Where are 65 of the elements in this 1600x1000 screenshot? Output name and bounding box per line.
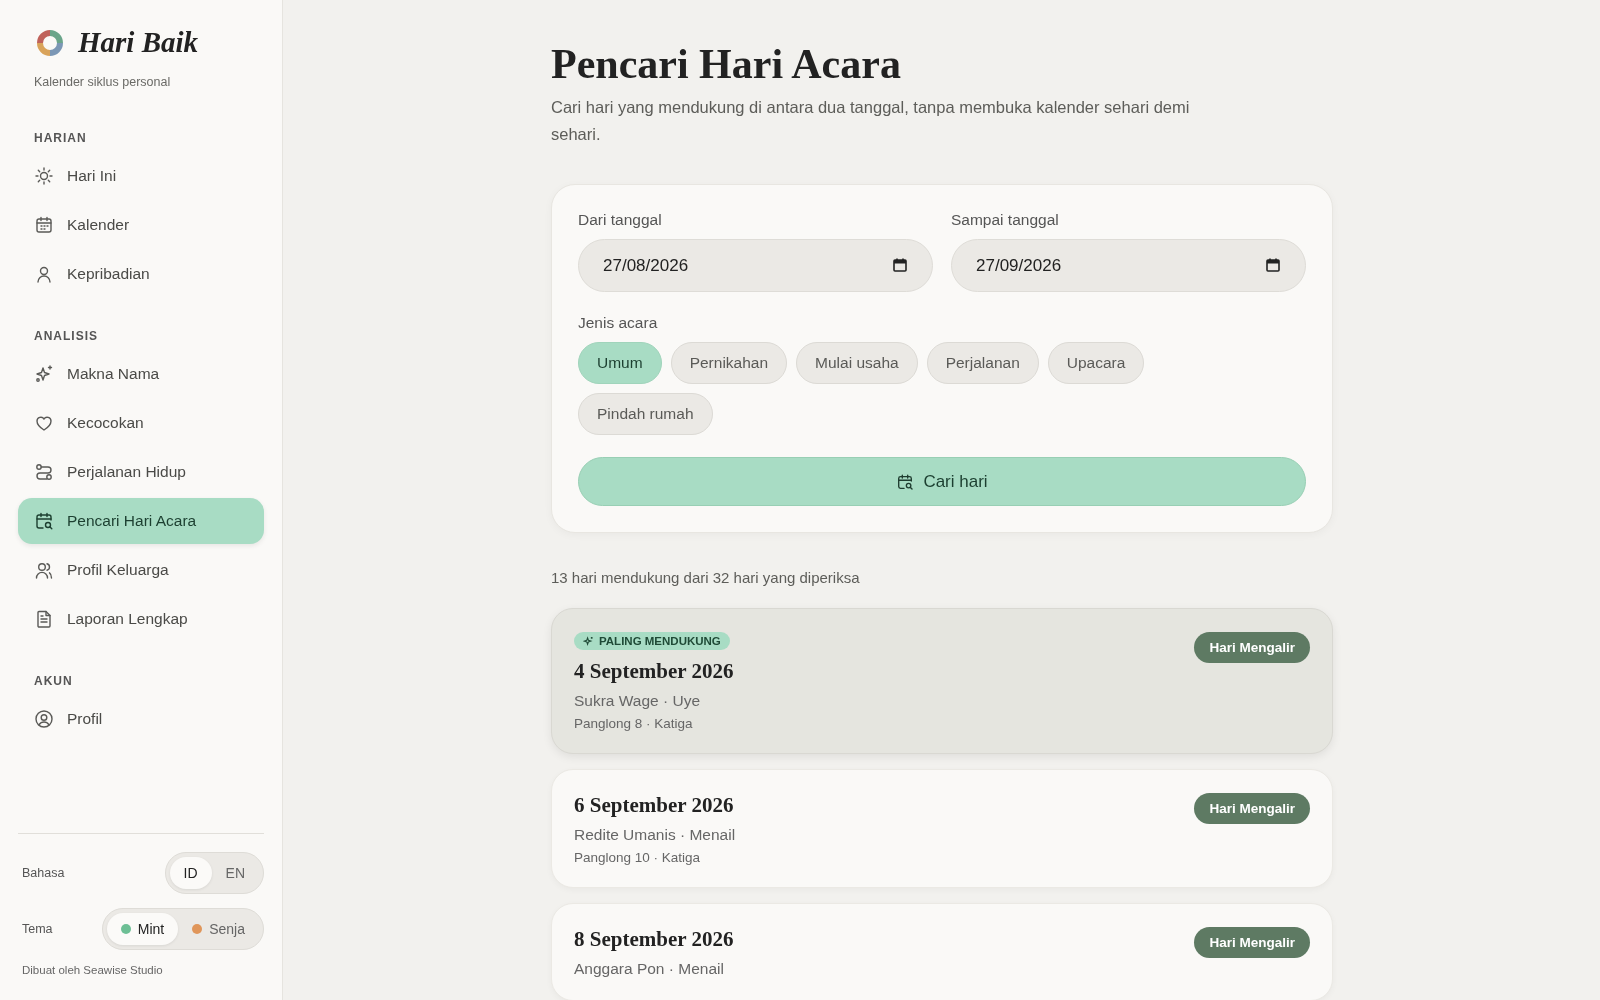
nav-item[interactable]: Kalender bbox=[18, 202, 264, 248]
setting-label: Bahasa bbox=[22, 866, 65, 880]
nav-item[interactable]: Kepribadian bbox=[18, 251, 264, 297]
section-heading: HARIAN bbox=[33, 131, 88, 145]
event-type-chip[interactable]: Upacara bbox=[1047, 342, 1145, 384]
result-summary: 13 hari mendukung dari 32 hari yang diperiksa bbox=[551, 569, 861, 586]
result-detail: Redite Umanis · Menail bbox=[574, 826, 736, 844]
nav-item[interactable]: Laporan Lengkap bbox=[18, 596, 264, 642]
field-label: Dari tanggal bbox=[578, 211, 663, 229]
result-date: 4 September 2026 bbox=[574, 659, 734, 684]
event-type-chip[interactable]: Umum bbox=[578, 342, 662, 384]
field-label: Sampai tanggal bbox=[951, 211, 1060, 229]
person-icon bbox=[34, 264, 54, 284]
sun-icon bbox=[34, 166, 54, 186]
sparkle-icon bbox=[583, 635, 594, 647]
tagline: Kalender siklus personal bbox=[33, 75, 172, 89]
event-type-chip[interactable]: Pindah rumah bbox=[578, 393, 713, 435]
event-type-chip[interactable]: Pernikahan bbox=[670, 342, 788, 384]
app-name: Hari Baik bbox=[78, 26, 199, 59]
day-type-tag: Hari Mengalir bbox=[1194, 927, 1310, 958]
day-type-tag: Hari Mengalir bbox=[1194, 632, 1310, 663]
event-type-chip[interactable]: Perjalanan bbox=[926, 342, 1039, 384]
sparkle-icon bbox=[34, 364, 54, 384]
credit-text: Dibuat oleh Seawise Studio bbox=[21, 964, 164, 976]
language-option[interactable]: EN bbox=[211, 857, 259, 889]
calendar-search-icon bbox=[34, 511, 54, 531]
search-button[interactable]: Cari hari bbox=[578, 457, 1306, 506]
calendar-icon bbox=[893, 258, 907, 272]
result-subdetail: Panglong 8 · Katiga bbox=[574, 716, 694, 731]
result-date: 6 September 2026 bbox=[574, 793, 735, 818]
people-icon bbox=[34, 560, 54, 580]
calendar-icon bbox=[1266, 258, 1280, 272]
setting-label: Tema bbox=[22, 922, 53, 936]
calendar-icon bbox=[34, 215, 54, 235]
section-heading: ANALISIS bbox=[33, 329, 99, 343]
day-type-tag: Hari Mengalir bbox=[1194, 793, 1310, 824]
date-field[interactable]: 27/09/2026 bbox=[951, 239, 1306, 292]
user-circle-icon bbox=[34, 709, 54, 729]
nav-item[interactable]: Pencari Hari Acara bbox=[18, 498, 264, 544]
language-option[interactable]: ID bbox=[169, 857, 212, 889]
nav-item[interactable]: Perjalanan Hidup bbox=[18, 449, 264, 495]
nav-item[interactable]: Makna Nama bbox=[18, 351, 264, 397]
result-card[interactable]: 8 September 2026 Anggara Pon · Menail Hari Mengalir bbox=[551, 903, 1333, 1000]
theme-option[interactable]: Senja bbox=[178, 913, 259, 945]
field-label: Jenis acara bbox=[578, 314, 659, 332]
top-pick-badge: PALING MENDUKUNG bbox=[574, 632, 730, 650]
result-card[interactable]: 6 September 2026 Redite Umanis · Menail Panglong 10 · Katiga Hari Mengalir bbox=[551, 769, 1333, 888]
document-icon bbox=[34, 609, 54, 629]
route-icon bbox=[34, 462, 54, 482]
event-type-chip[interactable]: Mulai usaha bbox=[796, 342, 918, 384]
calendar-search-icon bbox=[896, 472, 915, 491]
section-heading: AKUN bbox=[33, 674, 74, 688]
nav-item[interactable]: Profil Keluarga bbox=[18, 547, 264, 593]
date-field[interactable]: 27/08/2026 bbox=[578, 239, 933, 292]
nav-item[interactable]: Kecocokan bbox=[18, 400, 264, 446]
theme-option[interactable]: Mint bbox=[106, 913, 179, 945]
result-detail: Anggara Pon · Menail bbox=[574, 960, 725, 978]
nav-item[interactable]: Hari Ini bbox=[18, 153, 264, 199]
page-description: Cari hari yang mendukung di antara dua tanggal, tanpa membuka kalender sehari demi sehari. bbox=[551, 97, 1191, 145]
result-detail: Sukra Wage · Uye bbox=[574, 692, 702, 710]
result-subdetail: Panglong 10 · Katiga bbox=[574, 850, 702, 865]
nav-item[interactable]: Profil bbox=[18, 696, 264, 742]
result-date: 8 September 2026 bbox=[574, 927, 734, 952]
page-title: Pencari Hari Acara bbox=[551, 40, 902, 88]
result-card[interactable]: PALING MENDUKUNG 4 September 2026 Sukra Wage · Uye Panglong 8 · Katiga Hari Mengalir bbox=[551, 608, 1333, 754]
